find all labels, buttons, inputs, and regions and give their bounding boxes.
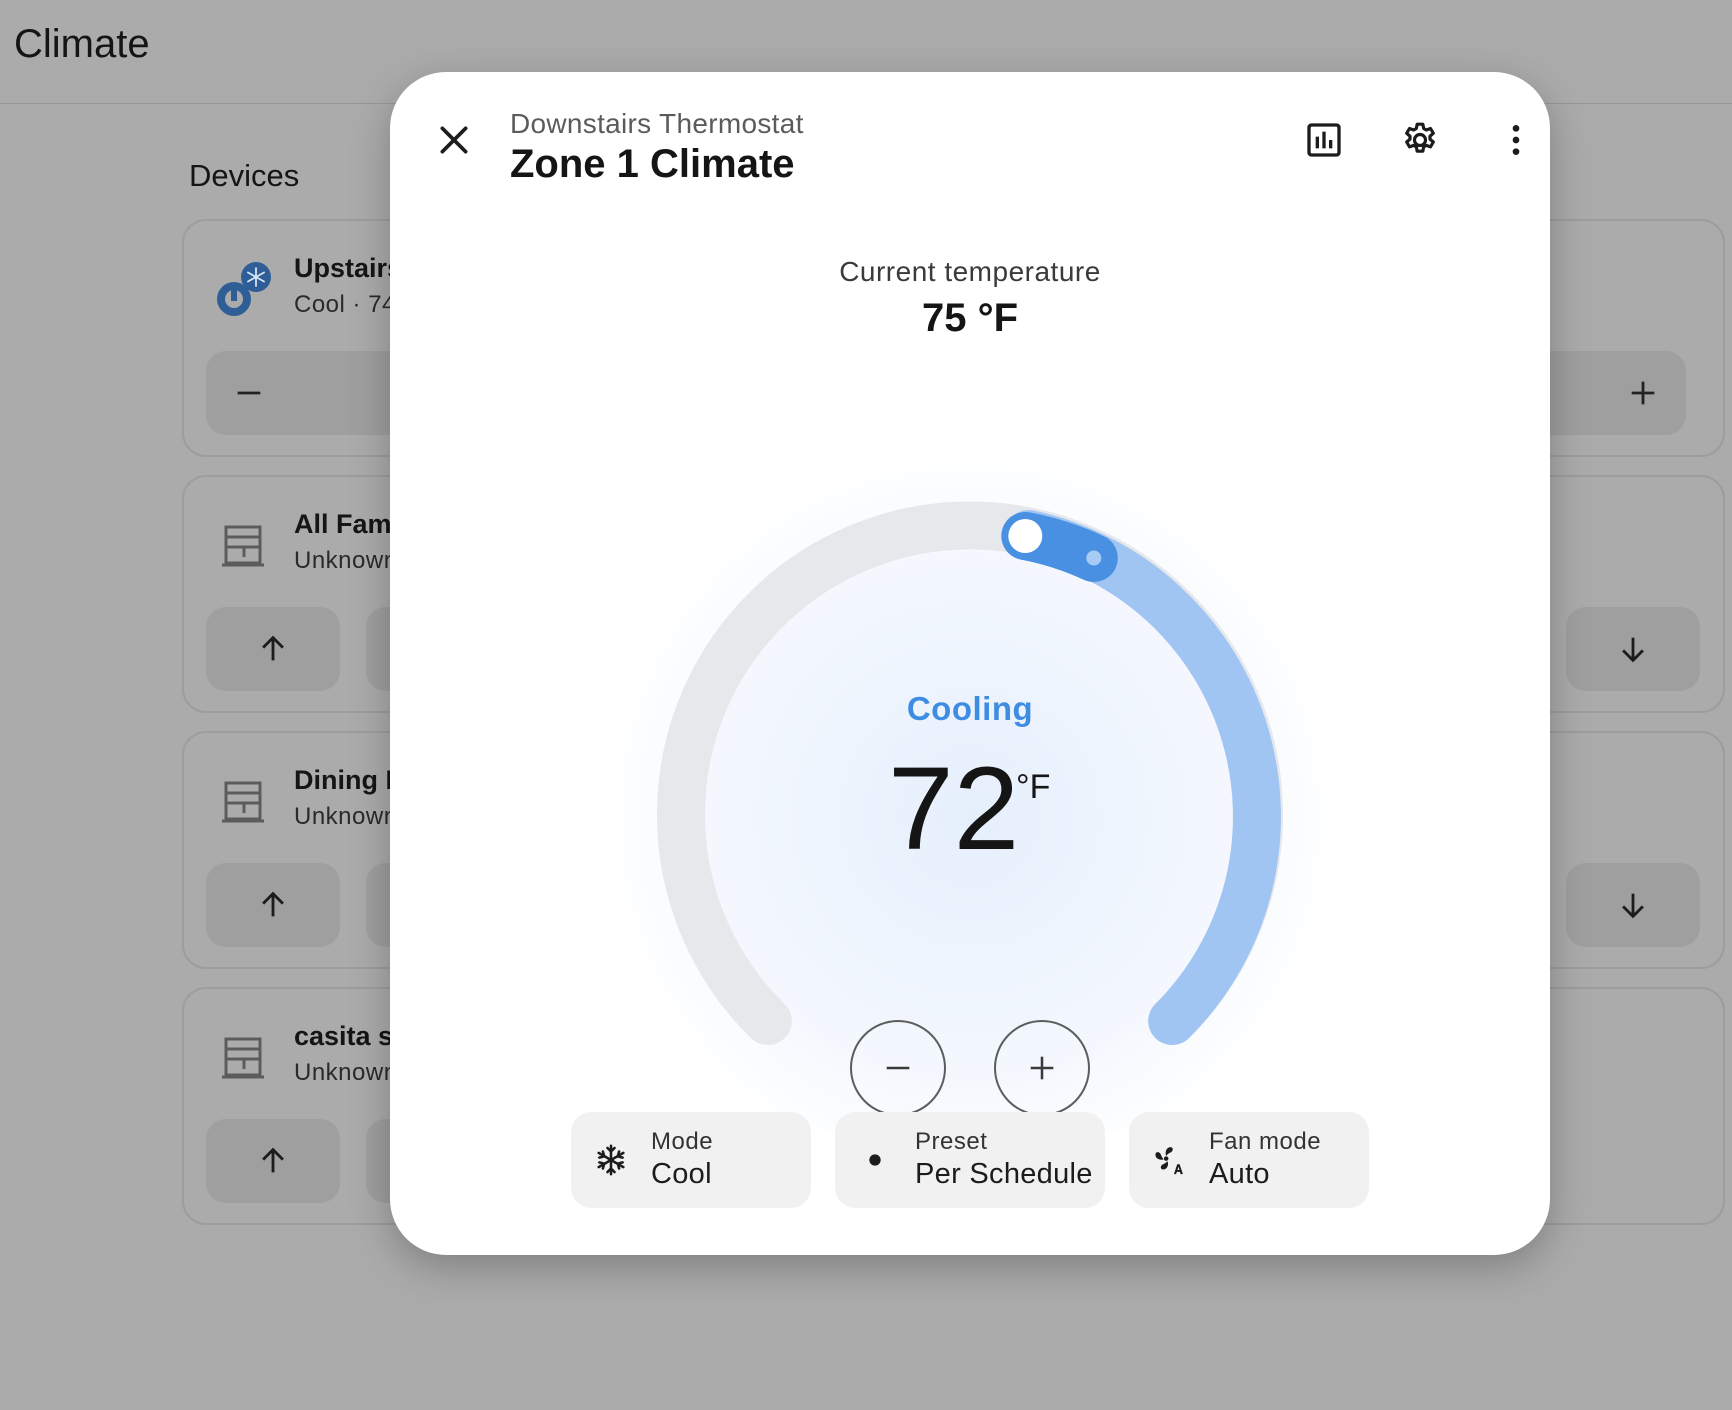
minus-icon bbox=[886, 1066, 910, 1070]
snowflake-icon bbox=[597, 1144, 625, 1176]
device-name: casita s bbox=[294, 1021, 394, 1051]
thermostat-snowflake-icon bbox=[217, 262, 271, 316]
window-shutter-icon bbox=[222, 1037, 264, 1079]
arrow-up-icon bbox=[262, 891, 284, 917]
minus-icon[interactable] bbox=[232, 376, 266, 410]
chip-value: Cool bbox=[651, 1158, 712, 1190]
current-temperature-value: 75 °F bbox=[921, 296, 1019, 340]
preset-chip[interactable]: Preset Per Schedule bbox=[835, 1112, 1105, 1208]
fan-mode-chip[interactable]: Fan mode Auto bbox=[1129, 1112, 1369, 1208]
fan-auto-icon bbox=[1155, 1147, 1183, 1175]
device-name: Upstairs bbox=[294, 253, 403, 283]
target-temperature-unit: °F bbox=[1016, 768, 1051, 806]
decrease-temperature-button[interactable] bbox=[850, 1020, 946, 1116]
chip-value: Auto bbox=[1209, 1158, 1270, 1190]
window-shutter-icon bbox=[222, 781, 264, 823]
page-title: Climate bbox=[14, 22, 150, 66]
device-name: Dining F bbox=[294, 765, 402, 795]
open-button[interactable] bbox=[206, 607, 340, 691]
current-temperature-marker bbox=[1086, 550, 1102, 566]
device-state: Unknown bbox=[294, 1059, 398, 1086]
mode-chip[interactable]: Mode Cool bbox=[571, 1112, 811, 1208]
arrow-down-icon bbox=[1622, 637, 1644, 663]
chip-label: Preset bbox=[915, 1128, 988, 1155]
current-temperature-label: Current temperature bbox=[839, 256, 1101, 287]
history-button[interactable] bbox=[1292, 108, 1356, 172]
dialog-subtitle: Downstairs Thermostat bbox=[510, 108, 804, 139]
device-state: Unknown bbox=[294, 547, 398, 574]
chip-label: Fan mode bbox=[1209, 1128, 1322, 1155]
settings-button[interactable] bbox=[1388, 108, 1452, 172]
close-button[interactable] bbox=[1566, 607, 1700, 691]
device-state: Cool · 74 bbox=[294, 291, 396, 318]
more-vertical-icon bbox=[1512, 125, 1520, 155]
chip-label: Mode bbox=[651, 1128, 714, 1155]
increase-temperature-button[interactable] bbox=[994, 1020, 1090, 1116]
plus-icon bbox=[1030, 1056, 1054, 1080]
devices-section-title: Devices bbox=[189, 158, 300, 193]
chip-value: Per Schedule bbox=[915, 1158, 1093, 1190]
more-options-button[interactable] bbox=[1484, 108, 1548, 172]
arrow-up-icon bbox=[262, 635, 284, 661]
target-temperature: 72 bbox=[888, 743, 1020, 875]
climate-more-info-dialog: Downstairs Thermostat Zone 1 Climate Cur… bbox=[390, 72, 1550, 1255]
plus-icon[interactable] bbox=[1626, 376, 1660, 410]
settings-gear-icon bbox=[1405, 122, 1435, 153]
window-shutter-icon bbox=[222, 525, 264, 567]
open-button[interactable] bbox=[206, 863, 340, 947]
close-button[interactable] bbox=[1566, 863, 1700, 947]
dot-icon bbox=[869, 1154, 881, 1166]
close-icon bbox=[440, 126, 468, 154]
arrow-down-icon bbox=[1622, 893, 1644, 919]
temperature-dial[interactable]: Cooling 72 °F bbox=[390, 372, 1550, 1132]
device-state: Unknown bbox=[294, 803, 398, 830]
arrow-up-icon bbox=[262, 1147, 284, 1173]
history-chart-icon bbox=[1307, 123, 1341, 157]
dialog-title: Zone 1 Climate bbox=[510, 142, 795, 186]
setpoint-handle[interactable] bbox=[1008, 519, 1043, 553]
open-button[interactable] bbox=[206, 1119, 340, 1203]
close-dialog-button[interactable] bbox=[422, 108, 486, 172]
device-name: All Fam bbox=[294, 509, 392, 539]
hvac-action-status: Cooling bbox=[906, 690, 1034, 727]
